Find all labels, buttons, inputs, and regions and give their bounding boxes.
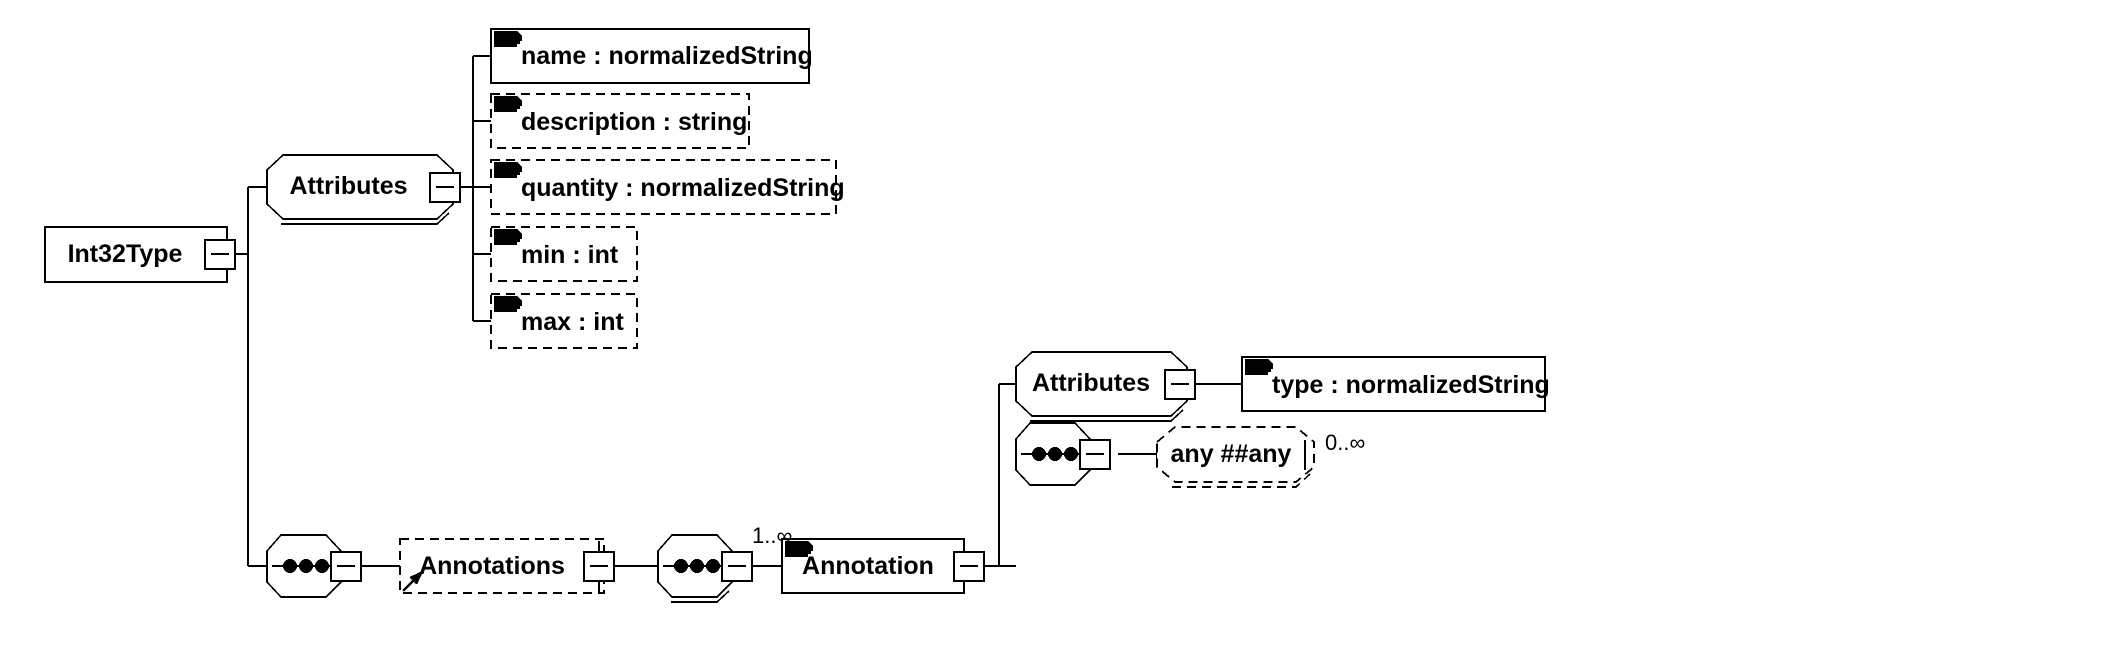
attribute-marker-icon [495, 97, 521, 112]
attributes-group-2-node[interactable] [1016, 352, 1166, 416]
reference-arrow-icon [402, 571, 422, 591]
attribute-marker-icon [495, 230, 521, 245]
sequence-1-collapse-toggle[interactable] [331, 552, 361, 581]
any-wildcard-node[interactable] [1157, 427, 1314, 487]
annotations-ref-box[interactable] [400, 539, 604, 593]
attributes-group-2-collapse-toggle[interactable] [1165, 370, 1195, 399]
attribute-marker-icon [495, 163, 521, 178]
attribute-marker-icon [1246, 360, 1272, 375]
sequence-3-collapse-toggle[interactable] [1080, 440, 1110, 469]
annotation-collapse-toggle[interactable] [954, 552, 984, 581]
attribute-description-box[interactable] [491, 94, 749, 148]
attribute-marker-icon [495, 297, 521, 312]
attribute-quantity-box[interactable] [491, 160, 836, 214]
attributes-group-1-collapse-toggle[interactable] [430, 173, 460, 202]
xsd-diagram-canvas: Int32Type Attributes name : normalizedSt… [0, 0, 2127, 660]
attribute-name-box[interactable] [491, 29, 809, 83]
annotations-ref-collapse-toggle[interactable] [584, 552, 614, 581]
attribute-marker-icon [495, 32, 521, 47]
element-marker-icon [786, 542, 812, 557]
any-occurrence-label: 0..∞ [1325, 430, 1366, 455]
attributes-group-1-node[interactable] [267, 155, 430, 219]
root-collapse-toggle[interactable] [205, 240, 235, 269]
attribute-type-box[interactable] [1242, 357, 1545, 411]
sequence-2-collapse-toggle[interactable] [722, 552, 752, 581]
